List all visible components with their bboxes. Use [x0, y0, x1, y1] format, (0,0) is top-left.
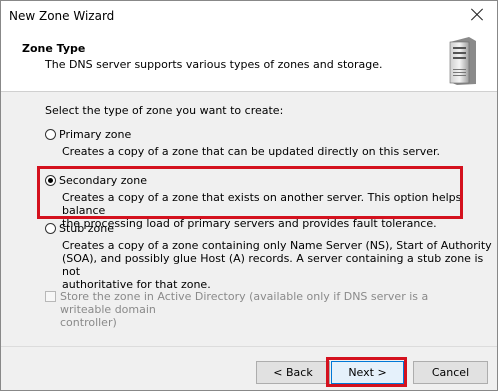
secondary-zone-highlight	[37, 166, 463, 219]
page-subtitle: The DNS server supports various types of…	[45, 58, 383, 71]
ad-integrated-checkbox[interactable]	[45, 291, 56, 302]
primary-zone-description: Creates a copy of a zone that can be upd…	[62, 145, 441, 158]
close-icon[interactable]	[467, 5, 487, 25]
primary-zone-label: Primary zone	[59, 128, 132, 141]
ad-integrated-label: Store the zone in Active Directory (avai…	[60, 290, 429, 329]
stub-zone-radio[interactable]	[45, 223, 56, 234]
wizard-window: New Zone Wizard Zone Type The DNS server…	[0, 0, 498, 391]
server-icon	[449, 37, 476, 85]
stub-zone-label: Stub zone	[59, 222, 114, 235]
stub-zone-option[interactable]: Stub zone	[45, 222, 114, 235]
ad-integrated-option[interactable]: Store the zone in Active Directory (avai…	[45, 290, 480, 329]
zone-type-prompt: Select the type of zone you want to crea…	[45, 104, 284, 117]
title-bar: New Zone Wizard	[1, 1, 497, 31]
primary-zone-radio[interactable]	[45, 129, 56, 140]
primary-zone-option[interactable]: Primary zone	[45, 128, 131, 141]
back-button[interactable]: < Back	[256, 361, 330, 384]
wizard-header: Zone Type The DNS server supports variou…	[1, 31, 497, 92]
page-title: Zone Type	[22, 42, 86, 55]
stub-zone-description: Creates a copy of a zone containing only…	[62, 239, 492, 291]
next-button-highlight	[326, 357, 407, 387]
cancel-button[interactable]: Cancel	[413, 361, 488, 384]
footer-divider	[1, 346, 497, 347]
window-title: New Zone Wizard	[9, 9, 115, 23]
